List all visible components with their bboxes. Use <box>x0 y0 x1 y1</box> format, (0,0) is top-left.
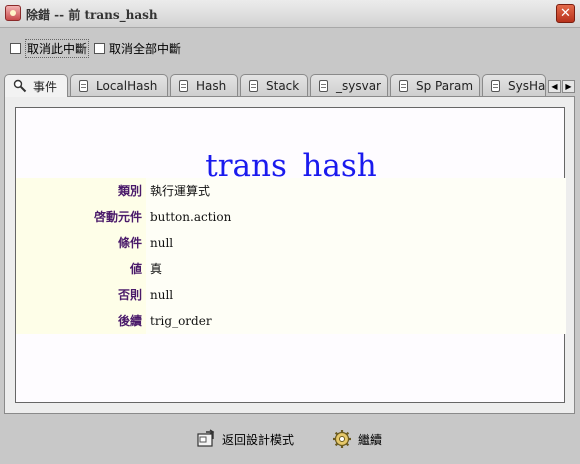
continue-button[interactable]: 繼續 <box>332 428 382 450</box>
tab-label: Sp Param <box>416 78 474 93</box>
continue-label: 繼續 <box>358 432 383 447</box>
property-key: 否則 <box>16 282 146 308</box>
cancel-this-break-label: 取消此中斷 <box>25 38 90 58</box>
cancel-all-breaks-label: 取消全部中斷 <box>109 41 182 56</box>
tab-scroll-right-icon[interactable]: ▶ <box>562 80 575 93</box>
property-value: null <box>146 230 566 256</box>
tab-stack[interactable]: Stack <box>240 74 308 96</box>
property-row: 啓動元件 button.action <box>16 204 566 230</box>
cancel-this-break-checkbox[interactable] <box>10 42 21 54</box>
property-row: 後續 trig_order <box>16 308 566 334</box>
property-value: 真 <box>146 256 566 282</box>
window-title: 除錯 -- 前 trans_hash <box>26 8 158 22</box>
property-key: 類別 <box>16 178 146 204</box>
cancel-this-break-option[interactable]: 取消此中斷 <box>10 38 90 58</box>
cancel-all-breaks-option[interactable]: 取消全部中斷 <box>94 40 181 56</box>
property-row: 類別 執行運算式 <box>16 178 566 204</box>
search-icon <box>13 79 27 93</box>
property-value: null <box>146 282 566 308</box>
document-icon <box>179 79 188 92</box>
property-value: trig_order <box>146 308 566 334</box>
tab-panel: trans_hash 類別 執行運算式 啓動元件 button.action 條… <box>4 96 575 414</box>
cancel-all-breaks-checkbox[interactable] <box>94 42 105 54</box>
tab-sysvar[interactable]: _sysvar <box>310 74 388 96</box>
property-row: 否則 null <box>16 282 566 308</box>
event-view: trans_hash 類別 執行運算式 啓動元件 button.action 條… <box>15 107 566 403</box>
title-bar: 除錯 -- 前 trans_hash ✕ <box>0 0 580 28</box>
tab-sp-param[interactable]: Sp Param <box>390 74 480 96</box>
tab-sysha[interactable]: SysHa <box>482 74 546 96</box>
document-icon <box>79 79 88 92</box>
tab-label: SysHa <box>508 78 546 93</box>
close-button[interactable]: ✕ <box>556 4 575 23</box>
tab-label: LocalHash <box>96 78 158 93</box>
gear-icon <box>333 430 351 448</box>
document-icon <box>399 79 408 92</box>
tab-label: Stack <box>266 78 300 93</box>
property-table: 類別 執行運算式 啓動元件 button.action 條件 null 値 真 … <box>16 178 566 334</box>
tab-event[interactable]: 事件 <box>4 74 68 97</box>
tab-hash[interactable]: Hash <box>170 74 238 96</box>
tab-label: Hash <box>196 78 227 93</box>
document-icon <box>249 79 258 92</box>
property-row: 値 真 <box>16 256 566 282</box>
property-key: 啓動元件 <box>16 204 146 230</box>
back-to-design-label: 返回設計模式 <box>222 432 295 447</box>
property-key: 條件 <box>16 230 146 256</box>
tab-label: 事件 <box>33 79 58 94</box>
debug-app-icon <box>5 5 21 21</box>
property-key: 値 <box>16 256 146 282</box>
action-bar: 返回設計模式 繼續 <box>0 424 580 454</box>
tab-localhash[interactable]: LocalHash <box>70 74 168 96</box>
back-to-design-button[interactable]: 返回設計模式 <box>196 428 294 450</box>
tab-scroll-left-icon[interactable]: ◀ <box>548 80 561 93</box>
property-value: button.action <box>146 204 566 230</box>
document-icon <box>491 79 500 92</box>
document-icon <box>319 79 328 92</box>
property-key: 後續 <box>16 308 146 334</box>
tab-label: _sysvar <box>336 78 381 93</box>
property-value: 執行運算式 <box>146 178 566 204</box>
property-row: 條件 null <box>16 230 566 256</box>
tab-strip: 事件 LocalHash Hash Stack _sysvar Sp Param… <box>4 74 576 97</box>
design-mode-icon <box>197 429 215 447</box>
